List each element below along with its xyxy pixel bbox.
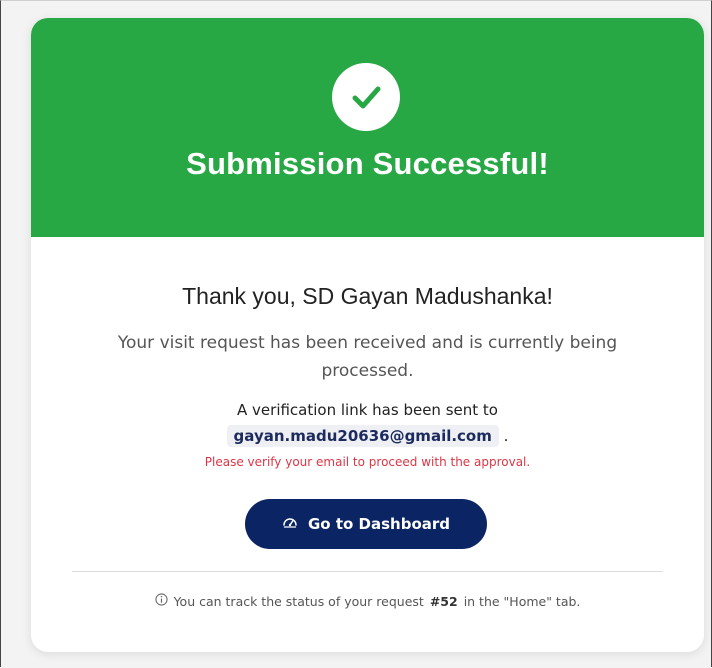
request-id: #52 (429, 593, 458, 609)
email-address: gayan.madu20636@gmail.com (226, 425, 499, 447)
tracking-text-before: You can track the status of your request (173, 593, 424, 609)
divider (72, 571, 663, 572)
tracking-text-after: in the "Home" tab. (463, 593, 581, 609)
dashboard-button-label: Go to Dashboard (307, 515, 451, 533)
success-header: Submission Successful! (31, 18, 704, 237)
card-body: Thank you, SD Gayan Madushanka! Your vis… (31, 237, 704, 652)
thank-you-heading: Thank you, SD Gayan Madushanka! (182, 283, 553, 309)
success-title: Submission Successful! (186, 146, 549, 181)
received-message: Your visit request has been received and… (117, 333, 618, 381)
check-icon (332, 63, 400, 131)
email-line: gayan.madu20636@gmail.com . (31, 425, 704, 447)
dashboard-gauge-icon (282, 514, 298, 534)
verification-text: A verification link has been sent to (237, 401, 498, 419)
email-suffix: . (503, 427, 509, 445)
verify-warning: Please verify your email to proceed with… (204, 455, 531, 469)
tracking-note: You can track the status of your request… (31, 593, 704, 609)
go-to-dashboard-button[interactable]: Go to Dashboard (245, 499, 487, 549)
window-frame: Submission Successful! Thank you, SD Gay… (0, 0, 712, 667)
success-card: Submission Successful! Thank you, SD Gay… (31, 18, 704, 652)
info-icon (154, 593, 168, 609)
